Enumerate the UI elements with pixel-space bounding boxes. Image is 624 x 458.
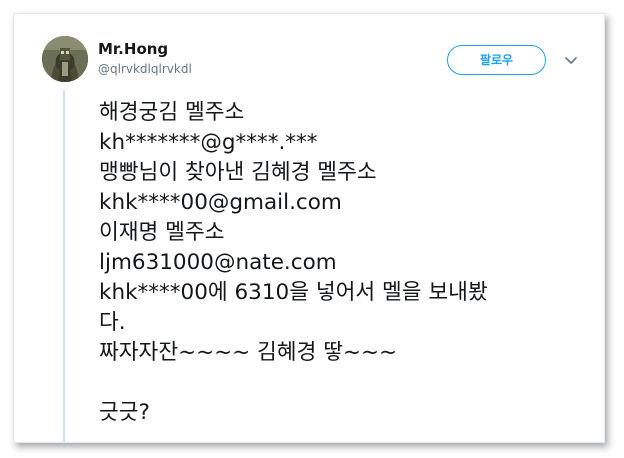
tweet-line: 맹빵님이 찾아낸 김혜경 멜주소 — [99, 160, 377, 185]
thread-line — [63, 90, 65, 442]
tweet-line: khk****00에 6310을 넣어서 멜을 보내봤 — [99, 280, 488, 305]
tweet-line: kh*******@g****.*** — [99, 130, 318, 155]
chevron-down-icon[interactable] — [563, 52, 579, 68]
tweet-line: 긋긋? — [99, 400, 150, 425]
tweet-line: 짜자자잔~~~~ 김혜경 땋~~~ — [99, 340, 398, 365]
tweet-line: 이재명 멜주소 — [99, 220, 225, 245]
tweet-text: 해경궁김 멜주소 kh*******@g****.*** 맹빵님이 찾아낸 김혜… — [99, 98, 594, 428]
tweet-line: 해경궁김 멜주소 — [99, 100, 245, 125]
tweet-line: ljm631000@nate.com — [99, 250, 337, 275]
tweet-card: Mr.Hong @qlrvkdlqlrvkdl 팔로우 해경궁김 멜주소 kh*… — [13, 13, 605, 443]
tweet-line: 다. — [99, 310, 126, 335]
avatar-image — [42, 36, 88, 82]
tweet-line: khk****00@gmail.com — [99, 190, 342, 215]
display-name[interactable]: Mr.Hong — [98, 40, 168, 58]
user-handle[interactable]: @qlrvkdlqlrvkdl — [98, 62, 192, 76]
follow-button[interactable]: 팔로우 — [447, 45, 546, 75]
avatar[interactable] — [42, 36, 88, 82]
